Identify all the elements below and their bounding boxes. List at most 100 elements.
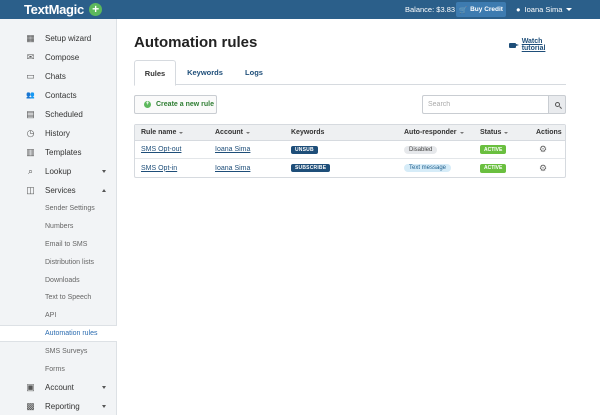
auto-responder-badge: Text message (404, 164, 452, 172)
user-name: Ioana Sima (524, 5, 563, 14)
sidebar-item-label: History (45, 129, 70, 138)
tab-bar: Rules Keywords Logs (134, 60, 566, 86)
account-link[interactable]: Ioana Sima (215, 165, 250, 172)
keyword-badge: UNSUB (291, 145, 318, 154)
tab-logs[interactable]: Logs (234, 60, 274, 85)
chevron-up-icon (102, 189, 106, 192)
header-keywords: Keywords (291, 125, 324, 140)
buy-credit-label: Buy Credit (470, 6, 503, 13)
tab-rules[interactable]: Rules (134, 60, 176, 86)
sidebar-item-label: Templates (45, 148, 82, 157)
chevron-down-icon (566, 8, 573, 11)
sidebar-item-compose[interactable]: ✉ Compose (0, 48, 116, 67)
sort-icon (179, 131, 184, 134)
sidebar-item-chats[interactable]: ▭ Chats (0, 67, 116, 86)
cart-icon: 🛒 (459, 6, 468, 14)
rules-table: Rule name Account Keywords Auto-responde… (134, 124, 566, 178)
header-auto-responder[interactable]: Auto-responder (404, 125, 464, 140)
logo-text: TextMagic (24, 2, 84, 17)
status-badge: ACTIVE (480, 145, 507, 154)
sidebar-subitem-email-to-sms[interactable]: Email to SMS (0, 236, 116, 254)
sidebar-subitem-automation-rules[interactable]: Automation rules (0, 324, 117, 343)
watch-tutorial-link[interactable]: Watch tutorial (509, 38, 566, 52)
header-label: Status (480, 129, 502, 136)
sort-icon (459, 131, 464, 134)
document-icon: ▥ (26, 147, 35, 157)
search-button[interactable] (548, 95, 566, 114)
sidebar-item-history[interactable]: ◷ History (0, 124, 116, 143)
page-title: Automation rules (134, 34, 258, 51)
buy-credit-button[interactable]: 🛒 Buy Credit (456, 2, 506, 17)
sidebar-item-label: Contacts (45, 91, 77, 100)
sidebar-item-label: Scheduled (45, 110, 83, 119)
sidebar-item-services[interactable]: ◫ Services (0, 181, 116, 200)
video-camera-icon (509, 42, 519, 48)
sidebar-subitem-numbers[interactable]: Numbers (0, 218, 116, 236)
tab-keywords[interactable]: Keywords (184, 60, 226, 85)
sidebar-item-label: Account (45, 382, 74, 392)
sort-icon (246, 131, 250, 134)
header-label: Actions (536, 129, 562, 136)
watch-tutorial-label: Watch tutorial (521, 38, 546, 52)
sidebar-item-reporting[interactable]: ▩ Reporting (0, 397, 116, 415)
balance-text: Balance: $3.83 (405, 5, 456, 14)
sidebar-item-setup-wizard[interactable]: ▦ Setup wizard (0, 29, 116, 48)
clock-icon: ◷ (26, 128, 35, 138)
header-rule-name[interactable]: Rule name (141, 125, 184, 140)
chat-icon: ▭ (26, 71, 35, 81)
gear-icon[interactable]: ⚙ (539, 145, 547, 154)
table-header: Rule name Account Keywords Auto-responde… (135, 125, 565, 141)
chevron-down-icon (102, 385, 106, 389)
sidebar: ▦ Setup wizard ✉ Compose ▭ Chats 👥 Conta… (0, 19, 117, 415)
create-rule-label: Create a new rule (156, 101, 214, 108)
sidebar-subitem-forms[interactable]: Forms (0, 360, 116, 378)
user-icon: ● (516, 5, 521, 14)
search-input[interactable] (422, 95, 548, 114)
header-actions: Actions (536, 125, 562, 140)
create-rule-button[interactable]: + Create a new rule (134, 95, 217, 114)
sidebar-item-templates[interactable]: ▥ Templates (0, 143, 116, 162)
chevron-down-icon (102, 170, 106, 173)
sidebar-subitem-downloads[interactable]: Downloads (0, 271, 116, 289)
plus-icon: + (144, 101, 151, 108)
sidebar-item-lookup[interactable]: ⌕ Lookup (0, 162, 116, 181)
sidebar-item-contacts[interactable]: 👥 Contacts (0, 86, 116, 105)
table-row: SMS Opt-in Ioana Sima SUBSCRIBE Text mes… (135, 159, 565, 177)
sidebar-item-label: Services (45, 186, 76, 195)
search-icon: ⌕ (27, 166, 34, 176)
sidebar-subitem-distribution-lists[interactable]: Distribution lists (0, 253, 116, 271)
sidebar-subitem-sender-settings[interactable]: Sender Settings (0, 200, 116, 218)
header-label: Rule name (141, 129, 177, 136)
status-badge: ACTIVE (480, 163, 507, 173)
sidebar-item-scheduled[interactable]: ▤ Scheduled (0, 105, 116, 124)
sidebar-subitem-sms-surveys[interactable]: SMS Surveys (0, 342, 116, 360)
plus-icon[interactable]: + (88, 3, 102, 16)
sidebar-subitem-text-to-speech[interactable]: Text to Speech (0, 289, 116, 307)
grid-icon: ▦ (26, 33, 35, 43)
account-link[interactable]: Ioana Sima (215, 146, 250, 153)
logo[interactable]: TextMagic + (24, 2, 102, 17)
header-account[interactable]: Account (215, 125, 250, 140)
sidebar-item-label: Reporting (45, 401, 80, 411)
user-menu[interactable]: ● Ioana Sima (516, 0, 573, 19)
bar-chart-icon: ▩ (26, 400, 35, 411)
table-row: SMS Opt-out Ioana Sima UNSUB Disabled AC… (135, 141, 565, 159)
envelope-icon: ✉ (26, 52, 35, 62)
sidebar-item-label: Setup wizard (45, 34, 92, 43)
sidebar-item-label: Lookup (45, 167, 72, 176)
sort-icon (504, 131, 509, 134)
header-label: Keywords (291, 129, 325, 136)
rule-name-link[interactable]: SMS Opt-out (141, 146, 181, 153)
header-label: Auto-responder (404, 129, 457, 136)
sidebar-subitem-api[interactable]: API (0, 307, 116, 325)
person-card-icon: ▣ (26, 381, 35, 392)
sidebar-item-label: Chats (45, 72, 66, 81)
cube-icon: ◫ (26, 185, 35, 195)
auto-responder-badge: Disabled (404, 145, 438, 154)
header-status[interactable]: Status (480, 125, 509, 140)
gear-icon[interactable]: ⚙ (539, 163, 547, 173)
search-icon (554, 102, 560, 107)
people-icon: 👥 (26, 92, 35, 99)
rule-name-link[interactable]: SMS Opt-in (141, 165, 177, 172)
sidebar-item-account[interactable]: ▣ Account (0, 378, 116, 397)
